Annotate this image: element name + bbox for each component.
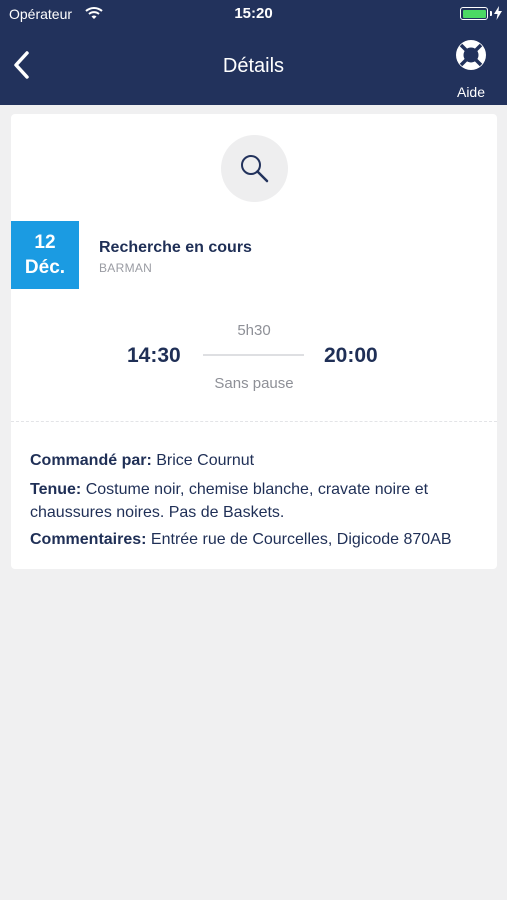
- comments-label: Commentaires:: [30, 531, 147, 548]
- mission-card: 12 Déc. Recherche en cours BARMAN 5h30 1…: [11, 114, 497, 569]
- dress-code-label: Tenue:: [30, 481, 82, 498]
- battery-icon: [460, 7, 488, 20]
- end-time: 20:00: [324, 344, 378, 367]
- ordered-by-row: Commandé par: Brice Cournut: [30, 449, 480, 472]
- help-label: Aide: [456, 84, 486, 100]
- battery-tip: [490, 11, 492, 16]
- date-month: Déc.: [24, 257, 66, 278]
- section-divider: [11, 421, 497, 422]
- mission-role: BARMAN: [99, 261, 153, 275]
- battery-level: [462, 9, 486, 18]
- dress-code-row: Tenue: Costume noir, chemise blanche, cr…: [30, 478, 480, 524]
- comments-row: Commentaires: Entrée rue de Courcelles, …: [30, 528, 480, 551]
- search-icon: [241, 155, 269, 183]
- shift-duration: 5h30: [237, 322, 271, 339]
- dress-code-value: Costume noir, chemise blanche, cravate n…: [30, 481, 429, 521]
- date-badge: 12 Déc.: [11, 221, 79, 289]
- page-title: Détails: [222, 55, 285, 77]
- start-time: 14:30: [127, 344, 181, 367]
- charging-bolt-icon: [494, 6, 502, 23]
- app-header: Opérateur 15:20 Détails Aide: [0, 0, 507, 105]
- comments-value: Entrée rue de Courcelles, Digicode 870AB: [146, 531, 452, 548]
- status-time: 15:20: [234, 5, 273, 22]
- mission-status: Recherche en cours: [99, 239, 252, 256]
- pause-info: Sans pause: [214, 375, 294, 392]
- lifebuoy-icon: [454, 38, 488, 77]
- status-bar: Opérateur 15:20: [0, 0, 507, 28]
- help-button[interactable]: Aide: [445, 38, 497, 102]
- ordered-by-label: Commandé par:: [30, 452, 152, 469]
- ordered-by-value: Brice Cournut: [151, 452, 255, 469]
- date-day: 12: [34, 232, 56, 253]
- status-badge: [221, 135, 288, 202]
- time-range-line: [203, 354, 304, 356]
